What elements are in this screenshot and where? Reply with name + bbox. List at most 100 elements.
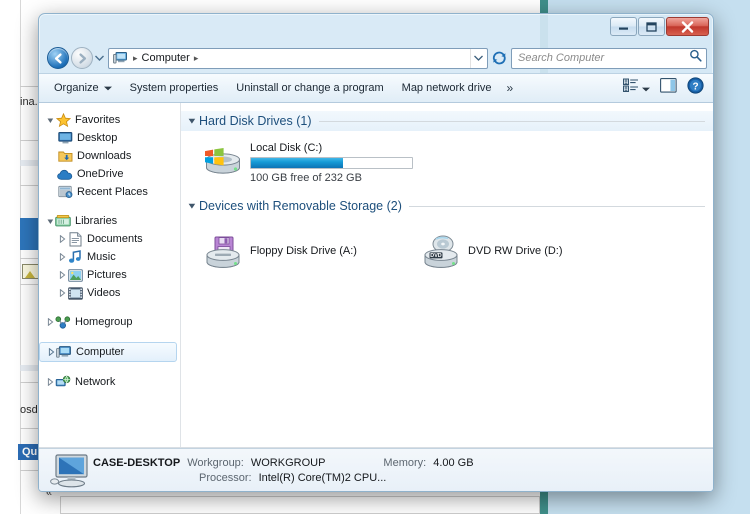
command-toolbar: Organize System properties Uninstall or … xyxy=(39,73,713,103)
libraries-icon xyxy=(55,213,71,229)
organize-button[interactable]: Organize xyxy=(45,78,121,98)
back-button[interactable] xyxy=(47,47,69,69)
system-properties-button[interactable]: System properties xyxy=(121,78,228,98)
collapse-triangle-icon[interactable] xyxy=(185,202,199,210)
chevron-down-icon xyxy=(103,82,112,94)
forward-button[interactable] xyxy=(71,47,93,69)
computer-monitor-icon xyxy=(49,452,93,490)
collapse-triangle-icon[interactable] xyxy=(185,117,199,125)
expand-triangle-icon[interactable] xyxy=(46,348,56,356)
expand-triangle-icon[interactable] xyxy=(57,235,67,243)
map-network-drive-button[interactable]: Map network drive xyxy=(393,78,501,98)
drive-tile-local-disk-c[interactable]: Local Disk (C:) 100 GB free of 232 GB xyxy=(201,137,461,188)
sidebar-item-onedrive[interactable]: OneDrive xyxy=(39,165,180,183)
help-button[interactable]: ? xyxy=(682,74,709,102)
group-divider xyxy=(318,120,705,122)
computer-icon xyxy=(56,344,72,360)
sidebar-item-downloads[interactable]: Downloads xyxy=(39,147,180,165)
sidebar-label-favorites: Favorites xyxy=(75,114,121,126)
sidebar-item-music[interactable]: Music xyxy=(39,248,180,266)
sidebar-label-libraries: Libraries xyxy=(75,215,118,227)
refresh-icon[interactable] xyxy=(490,48,509,68)
drive-tile-floppy-a[interactable]: Floppy Disk Drive (A:) xyxy=(201,230,419,274)
expand-triangle-icon[interactable] xyxy=(57,289,67,297)
help-icon: ? xyxy=(687,77,704,99)
explorer-body: Favorites Desktop Downloads OneDrive Rec… xyxy=(39,103,713,448)
search-icon[interactable] xyxy=(689,49,702,67)
drive-tiles-hard-disks: Local Disk (C:) 100 GB free of 232 GB xyxy=(181,131,713,188)
computer-icon xyxy=(112,50,128,66)
sidebar-item-network[interactable]: Network xyxy=(39,373,180,391)
expand-triangle-icon[interactable] xyxy=(57,253,67,261)
uninstall-or-change-program-button[interactable]: Uninstall or change a program xyxy=(227,78,392,98)
expand-triangle-icon[interactable] xyxy=(45,378,55,386)
search-input[interactable]: Search Computer xyxy=(511,47,707,69)
details-pane: CASE-DESKTOP Workgroup: WORKGROUP Memory… xyxy=(39,448,713,491)
group-header-removable-storage[interactable]: Devices with Removable Storage (2) xyxy=(181,196,713,216)
sidebar-label-onedrive: OneDrive xyxy=(77,168,124,180)
videos-icon xyxy=(67,285,83,301)
sidebar-label-homegroup: Homegroup xyxy=(75,316,133,328)
drive-name: DVD RW Drive (D:) xyxy=(468,245,563,257)
sidebar-label-network: Network xyxy=(75,376,116,388)
sidebar-label-documents: Documents xyxy=(87,233,143,245)
downloads-folder-icon xyxy=(57,148,73,164)
details-table: CASE-DESKTOP Workgroup: WORKGROUP Memory… xyxy=(93,456,474,486)
view-list-icon xyxy=(623,78,639,98)
title-bar[interactable] xyxy=(39,14,713,43)
svg-text:DVD: DVD xyxy=(430,253,441,259)
workgroup-label: Workgroup: xyxy=(187,456,244,469)
sidebar-item-pictures[interactable]: Pictures xyxy=(39,266,180,284)
group-header-hard-disk-drives[interactable]: Hard Disk Drives (1) xyxy=(181,111,713,131)
breadcrumb-separator[interactable]: ▸ xyxy=(193,53,200,64)
close-button[interactable] xyxy=(666,17,709,36)
network-icon xyxy=(55,374,71,390)
toolbar-overflow-button[interactable]: » xyxy=(501,77,520,99)
details-row-processor: Processor: Intel(R) Core(TM)2 CPU... xyxy=(93,471,474,486)
star-icon xyxy=(55,112,71,128)
capacity-bar xyxy=(250,157,413,169)
change-view-button[interactable] xyxy=(618,75,655,101)
group-title: Devices with Removable Storage (2) xyxy=(199,199,402,213)
maximize-button[interactable] xyxy=(638,17,665,36)
recent-pages-dropdown[interactable] xyxy=(93,48,106,68)
expand-triangle-icon[interactable] xyxy=(57,271,67,279)
sidebar-group-libraries[interactable]: Libraries xyxy=(39,212,180,230)
recent-places-icon xyxy=(57,184,73,200)
sidebar-item-recent-places[interactable]: Recent Places xyxy=(39,183,180,201)
expand-triangle-icon[interactable] xyxy=(45,218,55,225)
address-history-caret[interactable] xyxy=(470,48,485,68)
navigation-pane: Favorites Desktop Downloads OneDrive Rec… xyxy=(39,103,181,447)
sidebar-item-videos[interactable]: Videos xyxy=(39,284,180,302)
floppy-drive-icon xyxy=(203,234,243,270)
processor-value: Intel(R) Core(TM)2 CPU... xyxy=(258,471,387,484)
sidebar-item-desktop[interactable]: Desktop xyxy=(39,129,180,147)
sidebar-group-favorites[interactable]: Favorites xyxy=(39,111,180,129)
expand-triangle-icon[interactable] xyxy=(45,318,55,326)
sidebar-label-desktop: Desktop xyxy=(77,132,118,144)
sidebar-item-homegroup[interactable]: Homegroup xyxy=(39,313,180,331)
search-placeholder: Search Computer xyxy=(518,52,605,64)
hard-disk-icon xyxy=(203,141,243,177)
chevron-down-icon xyxy=(642,79,650,97)
preview-pane-icon xyxy=(660,78,677,98)
memory-value: 4.00 GB xyxy=(433,456,474,469)
drive-meta: Local Disk (C:) 100 GB free of 232 GB xyxy=(250,141,413,184)
drive-tile-dvd-rw-d[interactable]: DVD DVD RW Drive (D:) xyxy=(419,230,637,274)
drive-name: Floppy Disk Drive (A:) xyxy=(250,245,357,257)
minimize-button[interactable] xyxy=(610,17,637,36)
group-title: Hard Disk Drives (1) xyxy=(199,114,312,128)
sidebar-label-videos: Videos xyxy=(87,287,121,299)
sidebar-item-documents[interactable]: Documents xyxy=(39,230,180,248)
memory-label: Memory: xyxy=(383,456,427,469)
navigation-bar: ▸ Computer ▸ Search Computer xyxy=(39,43,713,73)
sidebar-label-computer: Computer xyxy=(76,346,125,358)
workgroup-value: WORKGROUP xyxy=(250,456,326,469)
address-bar[interactable]: ▸ Computer ▸ xyxy=(108,47,488,69)
sidebar-item-computer[interactable]: Computer xyxy=(39,342,177,362)
expand-triangle-icon[interactable] xyxy=(45,117,55,124)
file-list-pane[interactable]: Hard Disk Drives (1) Local Disk (C:) 100… xyxy=(181,103,713,447)
breadcrumb-computer[interactable]: Computer xyxy=(139,52,193,64)
preview-pane-button[interactable] xyxy=(655,75,682,101)
background-text-fragment: ina. xyxy=(20,96,38,108)
